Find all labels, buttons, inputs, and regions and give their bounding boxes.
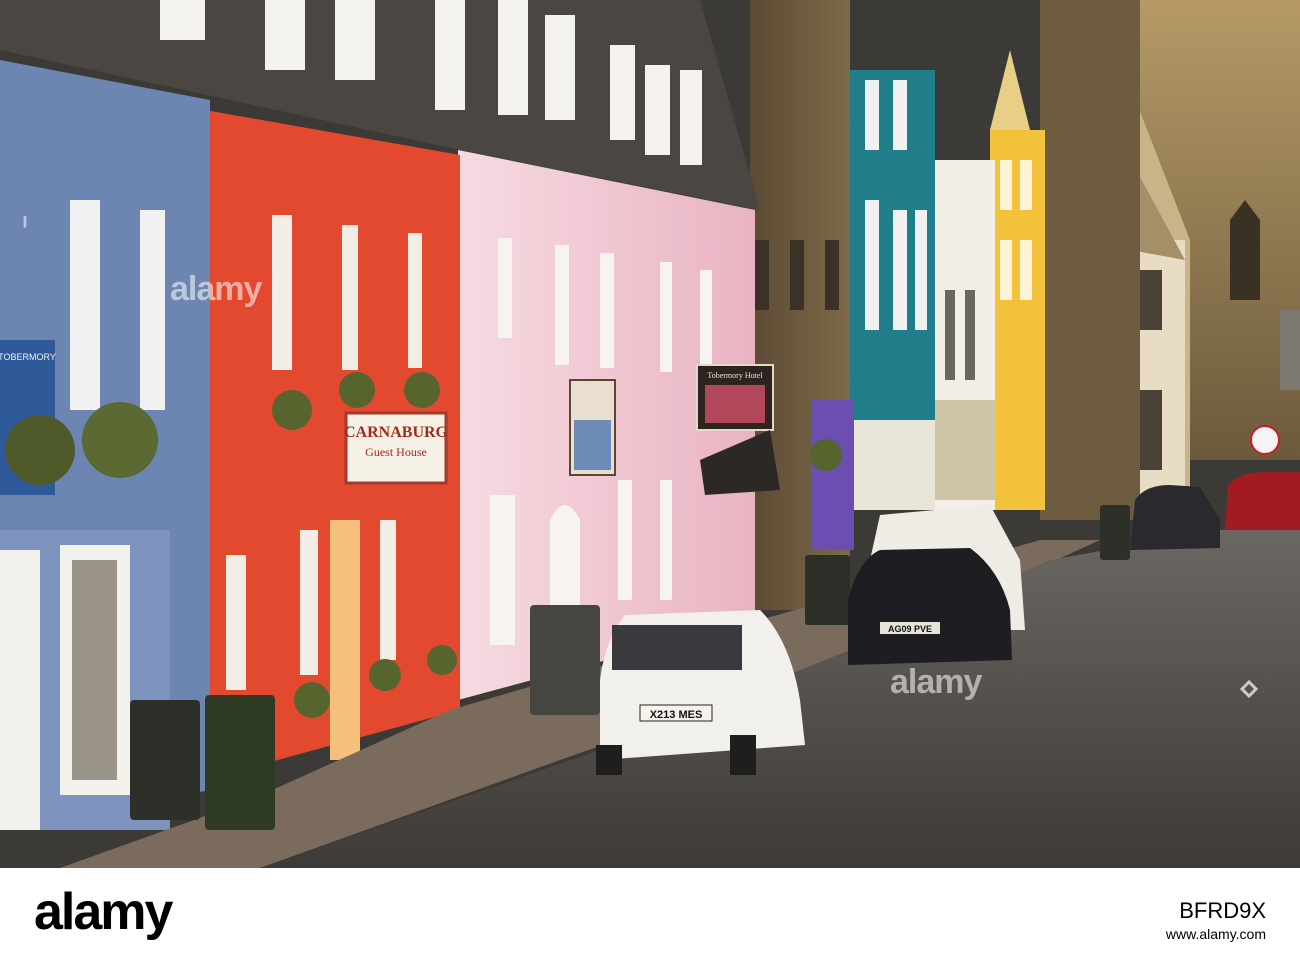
street-scene: CARNABURG Guest House Tobermory Hotel TO…	[0, 0, 1300, 868]
alamy-icon	[23, 216, 27, 228]
distant-building	[1280, 310, 1300, 390]
plate-black-car: AG09 PVE	[888, 624, 932, 634]
wheelie-bin	[805, 555, 850, 625]
alamy-logo: alamy	[34, 883, 173, 941]
carnaburg-title: CARNABURG	[344, 424, 449, 441]
street-photo: CARNABURG Guest House Tobermory Hotel TO…	[0, 0, 1300, 868]
wheelie-bin	[530, 605, 600, 715]
carnaburg-subtitle: Guest House	[365, 445, 427, 459]
stone-building-back	[1040, 0, 1140, 520]
black-car: AG09 PVE	[848, 548, 1012, 665]
hotel-sign-text: Tobermory Hotel	[707, 371, 763, 380]
wheelie-bin	[205, 695, 275, 830]
image-id: BFRD9X	[1179, 898, 1266, 923]
distant-red-car	[1225, 472, 1300, 530]
church-window	[1230, 200, 1260, 300]
footer: alamy BFRD9X www.alamy.com	[0, 868, 1300, 957]
watermark: alamy	[170, 270, 262, 308]
wheelie-bin	[130, 700, 200, 820]
yellow-house	[990, 130, 1045, 510]
watermark: alamy	[890, 663, 982, 701]
alamy-url: www.alamy.com	[1165, 926, 1266, 942]
tobermory-sign-text: TOBERMORY	[0, 352, 56, 362]
alamy-icon	[1240, 680, 1258, 698]
plate-white-car: X213 MES	[650, 709, 703, 721]
spar-sign	[1250, 425, 1280, 455]
wheelie-bin	[1100, 505, 1130, 560]
purple-shopfront	[812, 400, 854, 550]
